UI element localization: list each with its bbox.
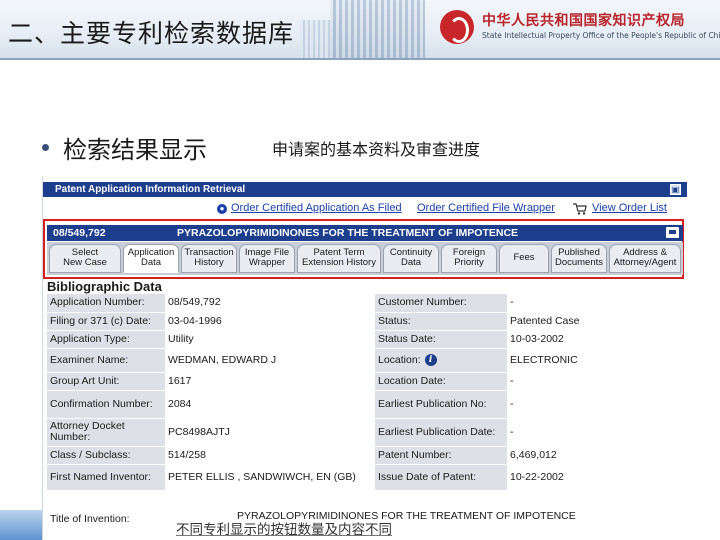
tab-image-file-wrapper[interactable]: Image File Wrapper [239, 244, 295, 273]
table-row: Application Number: 08/549,792 Customer … [47, 294, 683, 313]
tab-transaction-history[interactable]: Transaction History [181, 244, 237, 273]
field-value: 1617 [165, 372, 375, 391]
bullet-text: 检索结果显示 [63, 136, 207, 164]
field-value: 10-22-2002 [507, 464, 683, 491]
table-row: Confirmation Number: 2084 Earliest Publi… [47, 390, 683, 419]
field-label: Patent Number: [375, 446, 507, 465]
field-value: Patented Case [507, 312, 683, 331]
application-title: PYRAZOLOPYRIMIDINONES FOR THE TREATMENT … [177, 227, 519, 239]
window-titlebar: Patent Application Information Retrieval… [43, 182, 687, 197]
bullet-dot-icon [42, 144, 49, 151]
field-label: Application Number: [47, 294, 165, 313]
slide-header: 二、主要专利检索数据库 中华人民共和国国家知识产权局 State Intelle… [0, 0, 720, 58]
field-label: Title of Invention: [50, 513, 130, 525]
tab-fees[interactable]: Fees [499, 244, 549, 273]
tab-published-documents[interactable]: Published Documents [551, 244, 607, 273]
field-label: Issue Date of Patent: [375, 464, 507, 491]
header-divider [0, 58, 720, 60]
tab-foreign-priority[interactable]: Foreign Priority [441, 244, 497, 273]
org-name-chinese: 中华人民共和国国家知识产权局 [482, 13, 685, 29]
field-label: Earliest Publication No: [375, 390, 507, 419]
table-row: First Named Inventor: PETER ELLIS , SAND… [47, 464, 683, 491]
field-label: Attorney Docket Number: [47, 418, 165, 447]
order-links-row: ● Order Certified Application As Filed O… [43, 202, 687, 218]
field-value: ELECTRONIC [507, 348, 683, 373]
application-number: 08/549,792 [53, 227, 106, 239]
field-value: 03-04-1996 [165, 312, 375, 331]
bullet-item: 检索结果显示 [42, 130, 207, 165]
field-value: WEDMAN, EDWARD J [165, 348, 375, 373]
table-row: Attorney Docket Number: PC8498AJTJ Earli… [47, 418, 683, 447]
caption-bottom: 不同专利显示的按钮数量及内容不同 [176, 522, 392, 538]
field-value: - [507, 390, 683, 419]
table-row: Application Type: Utility Status Date: 1… [47, 330, 683, 349]
table-row: Group Art Unit: 1617 Location Date: - [47, 372, 683, 391]
tab-address-attorney-agent[interactable]: Address & Attorney/Agent [609, 244, 681, 273]
order-certified-application-link[interactable]: Order Certified Application As Filed [231, 202, 402, 214]
field-label: Group Art Unit: [47, 372, 165, 391]
field-value: PETER ELLIS , SANDWIWCH, EN (GB) [165, 464, 375, 491]
order-certified-file-wrapper-link[interactable]: Order Certified File Wrapper [417, 202, 555, 214]
field-value: 08/549,792 [165, 294, 375, 313]
tab-select-new-case[interactable]: Select New Case [49, 244, 121, 273]
field-value: - [507, 294, 683, 313]
section-heading: Bibliographic Data [47, 279, 162, 294]
field-value: 6,469,012 [507, 446, 683, 465]
field-value: - [507, 418, 683, 447]
bibliographic-data-table: Application Number: 08/549,792 Customer … [47, 294, 683, 491]
cart-icon [573, 203, 587, 215]
table-row: Filing or 371 (c) Date: 03-04-1996 Statu… [47, 312, 683, 331]
field-label: First Named Inventor: [47, 464, 165, 491]
field-label: Status Date: [375, 330, 507, 349]
field-label: Location: [378, 353, 421, 366]
field-label: Examiner Name: [47, 348, 165, 373]
field-value: 2084 [165, 390, 375, 419]
table-row: Class / Subclass: 514/258 Patent Number:… [47, 446, 683, 465]
tab-bar: Select New Case Application Data Transac… [47, 242, 683, 275]
field-label: Confirmation Number: [47, 390, 165, 419]
field-value: 514/258 [165, 446, 375, 465]
field-label: Application Type: [47, 330, 165, 349]
window-close-icon[interactable]: ▣ [670, 184, 681, 195]
table-row: Examiner Name: WEDMAN, EDWARD J Location… [47, 348, 683, 373]
print-icon[interactable] [666, 227, 679, 238]
view-order-list-link[interactable]: View Order List [592, 202, 667, 214]
field-label: Earliest Publication Date: [375, 418, 507, 447]
tab-continuity-data[interactable]: Continuity Data [383, 244, 439, 273]
tab-patent-term-extension-history[interactable]: Patent Term Extension History [297, 244, 381, 273]
building-image [330, 0, 425, 58]
field-label: Location Date: [375, 372, 507, 391]
sipo-logo-icon [440, 10, 474, 44]
application-bar: 08/549,792 PYRAZOLOPYRIMIDINONES FOR THE… [47, 225, 683, 241]
info-icon[interactable]: i [424, 354, 437, 366]
field-value: PC8498AJTJ [165, 418, 375, 447]
field-value: Utility [165, 330, 375, 349]
field-value: - [507, 372, 683, 391]
field-label: Status: [375, 312, 507, 331]
field-value: 10-03-2002 [507, 330, 683, 349]
decorative-corner [0, 510, 42, 540]
slide-title: 二、主要专利检索数据库 [8, 19, 295, 48]
field-label: Customer Number: [375, 294, 507, 313]
field-label: Filing or 371 (c) Date: [47, 312, 165, 331]
pair-screenshot: Patent Application Information Retrieval… [42, 176, 687, 540]
field-label-with-icon: Location: i [375, 348, 507, 373]
order-info-icon: ● [217, 204, 227, 214]
caption-top: 申请案的基本资料及审查进度 [272, 140, 481, 159]
window-title: Patent Application Information Retrieval [55, 184, 246, 195]
org-name-english: State Intellectual Property Office of th… [482, 31, 720, 40]
tab-application-data[interactable]: Application Data [123, 244, 179, 273]
field-label: Class / Subclass: [47, 446, 165, 465]
